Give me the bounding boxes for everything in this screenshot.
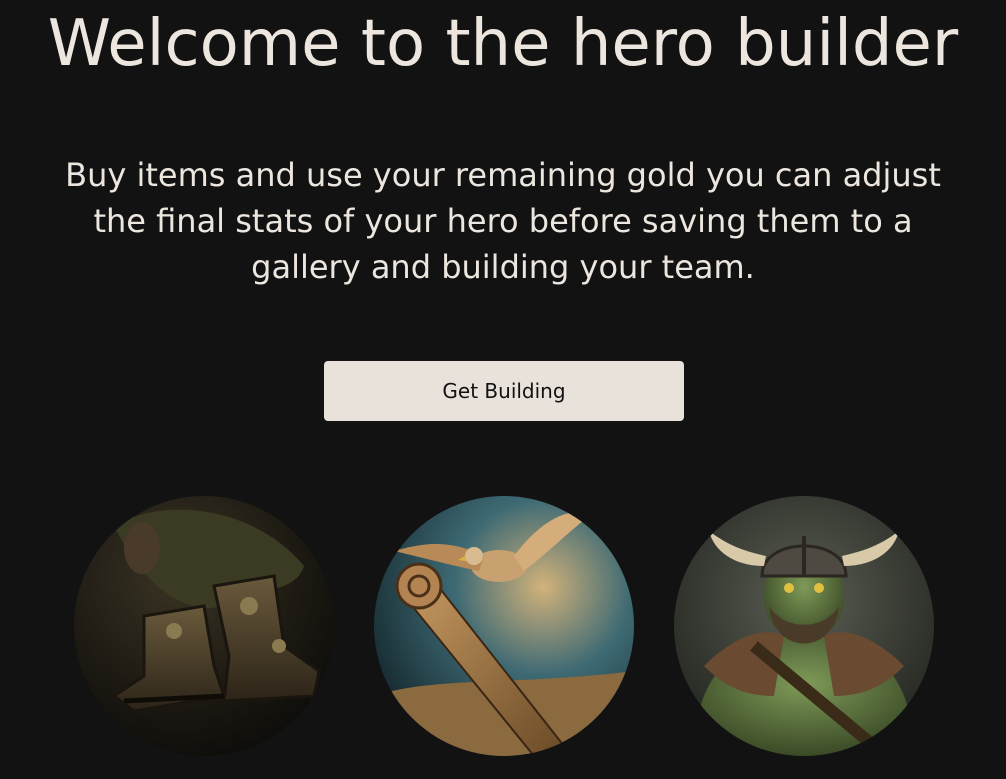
- boots-portrait: [74, 496, 334, 756]
- staff-eagle-portrait: [374, 496, 634, 756]
- intro-text: Buy items and use your remaining gold yo…: [65, 156, 941, 286]
- hero-gallery: [0, 496, 1006, 756]
- get-building-button[interactable]: Get Building: [324, 361, 684, 421]
- page-title: Welcome to the hero builder: [47, 7, 959, 81]
- orc-viking-portrait: [674, 496, 934, 756]
- landing-page: Welcome to the hero builder Buy items an…: [0, 0, 1006, 779]
